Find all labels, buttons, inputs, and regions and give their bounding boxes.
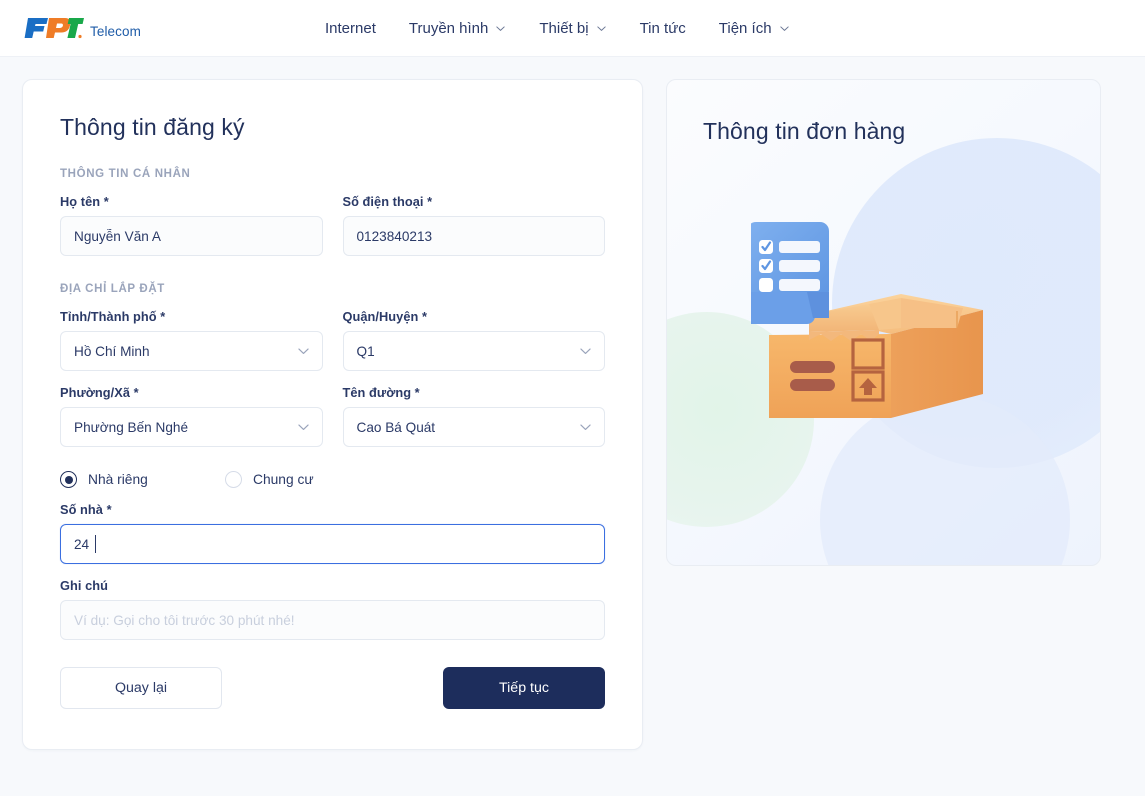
field-fullname: Họ tên * xyxy=(60,194,323,256)
nav-label: Truyền hình xyxy=(408,20,489,37)
radio-option-nha-rieng[interactable]: Nhà riêng xyxy=(60,471,225,488)
ward-select[interactable] xyxy=(60,407,323,447)
main-nav: Internet Truyền hình Thiết bị Tin tức Ti… xyxy=(325,0,790,57)
phone-input[interactable] xyxy=(342,216,605,256)
nav-item-tien-ich[interactable]: Tiện ích xyxy=(719,20,790,37)
district-select-wrap[interactable] xyxy=(342,331,605,371)
nav-label: Internet xyxy=(325,20,376,37)
row-note: Ghi chú xyxy=(60,578,605,640)
chevron-down-icon xyxy=(495,23,506,34)
phone-label: Số điện thoại * xyxy=(342,194,433,209)
fpt-logo-icon xyxy=(24,15,84,41)
continue-button[interactable]: Tiếp tục xyxy=(443,667,605,709)
form-actions: Quay lại Tiếp tục xyxy=(60,667,605,709)
field-ward: Phường/Xã * xyxy=(60,385,323,447)
district-label: Quận/Huyện * xyxy=(342,309,428,324)
housing-type-radio-group: Nhà riêng Chung cư xyxy=(60,471,605,488)
note-label: Ghi chú xyxy=(60,578,108,593)
house-number-input-wrap xyxy=(60,524,605,564)
brand-logo[interactable]: Telecom xyxy=(24,15,141,41)
site-header: Telecom Internet Truyền hình Thiết bị Ti… xyxy=(0,0,1145,57)
brand-subtitle: Telecom xyxy=(90,23,141,39)
row-personal: Họ tên * Số điện thoại * xyxy=(60,194,605,256)
house-number-input[interactable] xyxy=(60,524,605,564)
radio-selected-icon[interactable] xyxy=(60,471,77,488)
radio-label: Chung cư xyxy=(253,472,314,487)
street-label: Tên đường * xyxy=(342,385,420,400)
nav-label: Thiết bị xyxy=(539,20,589,37)
ward-label: Phường/Xã * xyxy=(60,385,139,400)
field-street: Tên đường * xyxy=(342,385,605,447)
row-house-number: Số nhà * xyxy=(60,502,605,564)
nav-label: Tiện ích xyxy=(718,20,772,37)
fullname-input[interactable] xyxy=(60,216,323,256)
province-select[interactable] xyxy=(60,331,323,371)
package-box-checklist-illustration xyxy=(739,222,1017,457)
ward-select-wrap[interactable] xyxy=(60,407,323,447)
order-panel-title: Thông tin đơn hàng xyxy=(703,118,906,144)
chevron-down-icon xyxy=(596,23,607,34)
back-button[interactable]: Quay lại xyxy=(60,667,222,709)
province-select-wrap[interactable] xyxy=(60,331,323,371)
page-body: Thông tin đăng ký THÔNG TIN CÁ NHÂN Họ t… xyxy=(0,57,1145,750)
nav-item-internet[interactable]: Internet xyxy=(325,20,376,37)
house-number-label: Số nhà * xyxy=(60,502,112,517)
province-label: Tỉnh/Thành phố * xyxy=(60,309,166,324)
fullname-label: Họ tên * xyxy=(60,194,109,209)
field-district: Quận/Huyện * xyxy=(342,309,605,371)
radio-label: Nhà riêng xyxy=(88,472,148,487)
section-label-personal: THÔNG TIN CÁ NHÂN xyxy=(60,168,191,180)
row-ward-street: Phường/Xã * Tên đường * xyxy=(60,385,605,447)
radio-option-chung-cu[interactable]: Chung cư xyxy=(225,471,314,488)
nav-item-tin-tuc[interactable]: Tin tức xyxy=(640,20,686,37)
text-cursor xyxy=(95,535,96,553)
nav-label: Tin tức xyxy=(639,20,686,37)
field-note: Ghi chú xyxy=(60,578,605,640)
section-label-address: ĐỊA CHỈ LẮP ĐẶT xyxy=(60,283,165,295)
field-province: Tỉnh/Thành phố * xyxy=(60,309,323,371)
row-province-district: Tỉnh/Thành phố * Quận/Huyện * xyxy=(60,309,605,371)
field-house-number: Số nhà * xyxy=(60,502,605,564)
note-input[interactable] xyxy=(60,600,605,640)
registration-form-card: Thông tin đăng ký THÔNG TIN CÁ NHÂN Họ t… xyxy=(22,79,643,750)
radio-unselected-icon[interactable] xyxy=(225,471,242,488)
district-select[interactable] xyxy=(342,331,605,371)
page-title: Thông tin đăng ký xyxy=(60,114,245,140)
nav-item-thiet-bi[interactable]: Thiết bị xyxy=(539,20,606,37)
street-select-wrap[interactable] xyxy=(342,407,605,447)
chevron-down-icon xyxy=(779,23,790,34)
nav-item-truyen-hinh[interactable]: Truyền hình xyxy=(409,20,507,37)
street-select[interactable] xyxy=(342,407,605,447)
order-info-panel: Thông tin đơn hàng xyxy=(666,79,1101,566)
field-phone: Số điện thoại * xyxy=(342,194,605,256)
